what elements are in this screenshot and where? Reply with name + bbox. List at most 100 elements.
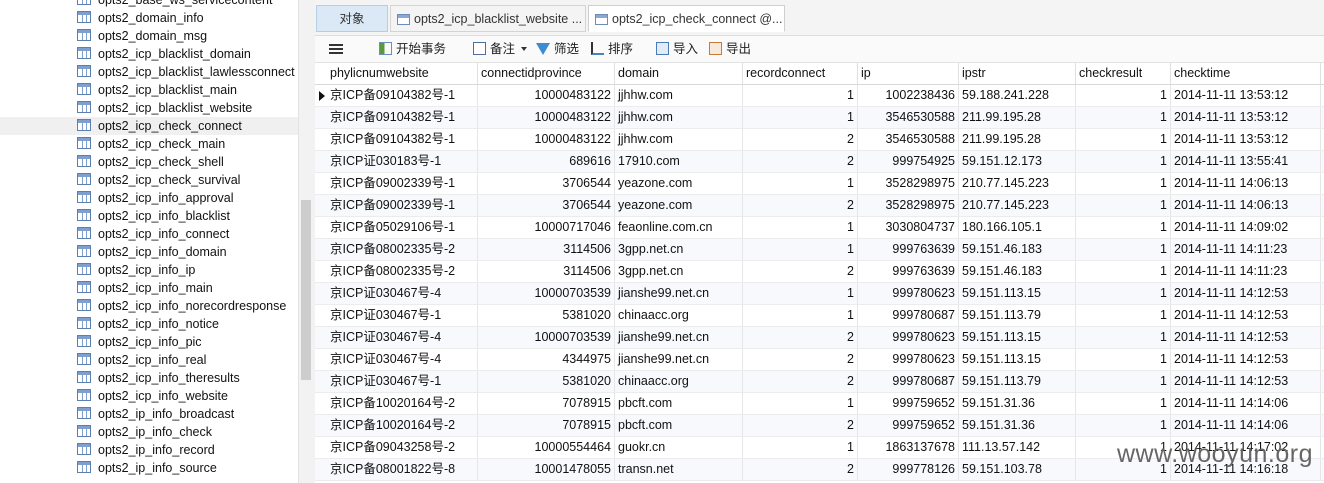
table-cell[interactable]: 京ICP备08002335号-2 xyxy=(327,261,478,282)
table-cell[interactable]: jianshe99.net.cn xyxy=(615,327,743,348)
table-row[interactable]: 京ICP证030467号-4 10000703539 jianshe99.net.c… xyxy=(315,283,1324,305)
table-cell[interactable]: 999754925 xyxy=(858,151,959,172)
table-cell[interactable]: 1 xyxy=(1076,371,1171,392)
table-cell[interactable]: 1 xyxy=(1076,151,1171,172)
tree-item-table[interactable]: opts2_ip_info_source xyxy=(0,459,298,477)
table-cell[interactable]: 210.77.145.223 xyxy=(959,173,1076,194)
table-cell[interactable]: 2014-11-11 14:12:53 xyxy=(1171,349,1321,370)
table-cell[interactable]: 999780623 xyxy=(858,283,959,304)
table-cell[interactable]: 1 xyxy=(743,173,858,194)
tree-item-table[interactable]: opts2_icp_info_theresults xyxy=(0,369,298,387)
table-cell[interactable]: 10000554464 xyxy=(478,437,615,458)
table-cell[interactable]: 京ICP备10020164号-2 xyxy=(327,393,478,414)
table-cell[interactable]: 京ICP证030467号-4 xyxy=(327,349,478,370)
table-cell[interactable]: 10000483122 xyxy=(478,129,615,150)
sort-button[interactable]: 排序 xyxy=(591,40,633,58)
table-row[interactable]: 京ICP备09104382号-1 10000483122 jjhhw.com 1 100… xyxy=(315,85,1324,107)
table-cell[interactable]: 2 xyxy=(743,459,858,480)
table-cell[interactable]: 2014-11-11 13:53:12 xyxy=(1171,129,1321,150)
table-cell[interactable]: 2014-11-11 14:11:23 xyxy=(1171,239,1321,260)
table-cell[interactable]: 999780623 xyxy=(858,327,959,348)
table-cell[interactable]: 2014-11-11 13:55:41 xyxy=(1171,151,1321,172)
table-cell[interactable]: 59.151.46.183 xyxy=(959,261,1076,282)
table-cell[interactable]: 5381020 xyxy=(478,371,615,392)
table-cell[interactable]: jianshe99.net.cn xyxy=(615,349,743,370)
table-cell[interactable]: 211.99.195.28 xyxy=(959,129,1076,150)
table-cell[interactable]: 10000483122 xyxy=(478,85,615,106)
table-cell[interactable]: yeazone.com xyxy=(615,195,743,216)
table-cell[interactable]: 1 xyxy=(743,393,858,414)
table-cell[interactable]: 59.151.113.15 xyxy=(959,327,1076,348)
table-cell[interactable]: 京ICP备09104382号-1 xyxy=(327,129,478,150)
table-cell[interactable]: 1 xyxy=(1076,327,1171,348)
table-cell[interactable]: 999780623 xyxy=(858,349,959,370)
table-cell[interactable]: 1 xyxy=(1076,349,1171,370)
table-cell[interactable]: 1 xyxy=(1076,195,1171,216)
table-cell[interactable]: 3528298975 xyxy=(858,195,959,216)
table-cell[interactable]: 10000703539 xyxy=(478,327,615,348)
table-cell[interactable]: 1 xyxy=(743,85,858,106)
table-cell[interactable]: chinaacc.org xyxy=(615,305,743,326)
table-cell[interactable]: 999759652 xyxy=(858,415,959,436)
table-cell[interactable]: 1 xyxy=(743,283,858,304)
table-cell[interactable]: 3528298975 xyxy=(858,173,959,194)
tree-item-table[interactable]: opts2_icp_check_main xyxy=(0,135,298,153)
tree-item-table[interactable]: opts2_icp_info_main xyxy=(0,279,298,297)
table-cell[interactable]: 1 xyxy=(743,217,858,238)
table-cell[interactable]: 1 xyxy=(1076,393,1171,414)
table-row[interactable]: 京ICP备09104382号-1 10000483122 jjhhw.com 1 354… xyxy=(315,107,1324,129)
table-cell[interactable]: jianshe99.net.cn xyxy=(615,283,743,304)
table-cell[interactable]: guokr.cn xyxy=(615,437,743,458)
table-cell[interactable]: 2 xyxy=(743,129,858,150)
table-cell[interactable]: 2 xyxy=(743,371,858,392)
table-cell[interactable]: 京ICP备05029106号-1 xyxy=(327,217,478,238)
tab-objects[interactable]: 对象 xyxy=(316,5,388,32)
table-cell[interactable]: 59.188.241.228 xyxy=(959,85,1076,106)
table-cell[interactable]: 2014-11-11 14:12:53 xyxy=(1171,327,1321,348)
table-cell[interactable]: 999780687 xyxy=(858,371,959,392)
table-cell[interactable]: 1002238436 xyxy=(858,85,959,106)
table-cell[interactable]: 2 xyxy=(743,195,858,216)
tab-check-connect[interactable]: opts2_icp_check_connect @... xyxy=(588,5,785,32)
tree-item-table[interactable]: opts2_domain_info xyxy=(0,9,298,27)
table-cell[interactable]: 999759652 xyxy=(858,393,959,414)
table-cell[interactable]: 1 xyxy=(1076,415,1171,436)
table-cell[interactable]: 59.151.113.79 xyxy=(959,371,1076,392)
table-cell[interactable]: 京ICP备09043258号-2 xyxy=(327,437,478,458)
table-cell[interactable]: transn.net xyxy=(615,459,743,480)
tree-item-table[interactable]: opts2_icp_blacklist_website xyxy=(0,99,298,117)
table-cell[interactable]: 2 xyxy=(743,151,858,172)
table-cell[interactable]: 999763639 xyxy=(858,261,959,282)
table-cell[interactable]: 3114506 xyxy=(478,261,615,282)
table-cell[interactable]: 3114506 xyxy=(478,239,615,260)
column-header[interactable]: checkresult xyxy=(1076,63,1171,84)
table-cell[interactable]: 1 xyxy=(1076,283,1171,304)
tree-item-table[interactable]: opts2_icp_info_real xyxy=(0,351,298,369)
table-cell[interactable]: 2 xyxy=(743,349,858,370)
table-cell[interactable]: 1863137678 xyxy=(858,437,959,458)
table-row[interactable]: 京ICP证030183号-1 689616 17910.com 2 999754925 5… xyxy=(315,151,1324,173)
table-cell[interactable]: 10000703539 xyxy=(478,283,615,304)
tree-item-table[interactable]: opts2_ip_info_record xyxy=(0,441,298,459)
table-row[interactable]: 京ICP备09002339号-1 3706544 yeazone.com 1 35282… xyxy=(315,173,1324,195)
table-cell[interactable]: 京ICP备08002335号-2 xyxy=(327,239,478,260)
tree-item-table[interactable]: opts2_icp_info_pic xyxy=(0,333,298,351)
tree-item-table[interactable]: opts2_icp_info_approval xyxy=(0,189,298,207)
table-cell[interactable]: 2014-11-11 13:53:12 xyxy=(1171,85,1321,106)
table-cell[interactable]: 59.151.113.79 xyxy=(959,305,1076,326)
table-cell[interactable]: 2014-11-11 14:12:53 xyxy=(1171,305,1321,326)
column-header[interactable]: phylicnumwebsite xyxy=(327,63,478,84)
table-row[interactable]: 京ICP证030467号-1 5381020 chinaacc.org 2 999780… xyxy=(315,371,1324,393)
table-cell[interactable]: jjhhw.com xyxy=(615,107,743,128)
table-cell[interactable]: 京ICP证030467号-1 xyxy=(327,371,478,392)
table-cell[interactable]: pbcft.com xyxy=(615,415,743,436)
tree-item-table[interactable]: opts2_icp_info_blacklist xyxy=(0,207,298,225)
table-cell[interactable]: 7078915 xyxy=(478,415,615,436)
table-cell[interactable]: 京ICP备10020164号-2 xyxy=(327,415,478,436)
table-cell[interactable]: 京ICP备09002339号-1 xyxy=(327,195,478,216)
table-cell[interactable]: 1 xyxy=(1076,129,1171,150)
table-row[interactable]: 京ICP证030467号-4 10000703539 jianshe99.net.c… xyxy=(315,327,1324,349)
table-cell[interactable]: 京ICP证030467号-4 xyxy=(327,327,478,348)
table-cell[interactable]: 180.166.105.1 xyxy=(959,217,1076,238)
table-cell[interactable]: chinaacc.org xyxy=(615,371,743,392)
